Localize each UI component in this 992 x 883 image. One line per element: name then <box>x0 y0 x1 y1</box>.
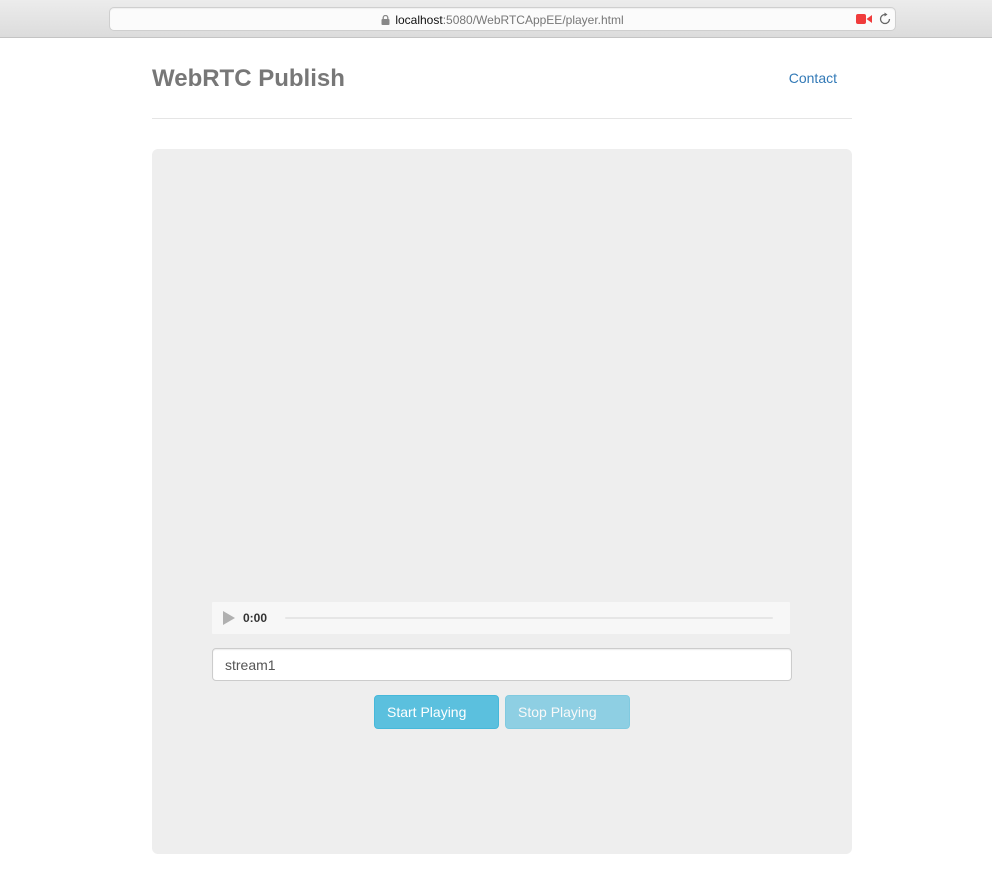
url-host: localhost <box>395 13 443 27</box>
reload-icon[interactable] <box>878 12 892 26</box>
page-title: WebRTC Publish <box>152 65 345 92</box>
play-icon[interactable] <box>223 611 235 625</box>
address-text: localhost:5080/WebRTCAppEE/player.html <box>110 13 895 27</box>
browser-toolbar: localhost:5080/WebRTCAppEE/player.html <box>0 0 992 38</box>
url-path: :5080/WebRTCAppEE/player.html <box>442 13 624 27</box>
stream-name-input[interactable] <box>212 648 792 681</box>
nav-contact-link[interactable]: Contact <box>789 70 837 86</box>
page-header: WebRTC Publish Contact <box>152 38 852 119</box>
player-panel: 0:00 Start Playing Stop Playing <box>152 149 852 854</box>
progress-slider[interactable] <box>285 617 773 619</box>
address-bar[interactable]: localhost:5080/WebRTCAppEE/player.html <box>109 7 896 31</box>
camera-icon[interactable] <box>856 14 872 24</box>
time-display: 0:00 <box>243 611 268 625</box>
media-player[interactable]: 0:00 <box>212 602 790 634</box>
start-playing-button[interactable]: Start Playing <box>374 695 499 729</box>
stop-playing-button[interactable]: Stop Playing <box>505 695 630 729</box>
lock-icon <box>381 15 390 25</box>
